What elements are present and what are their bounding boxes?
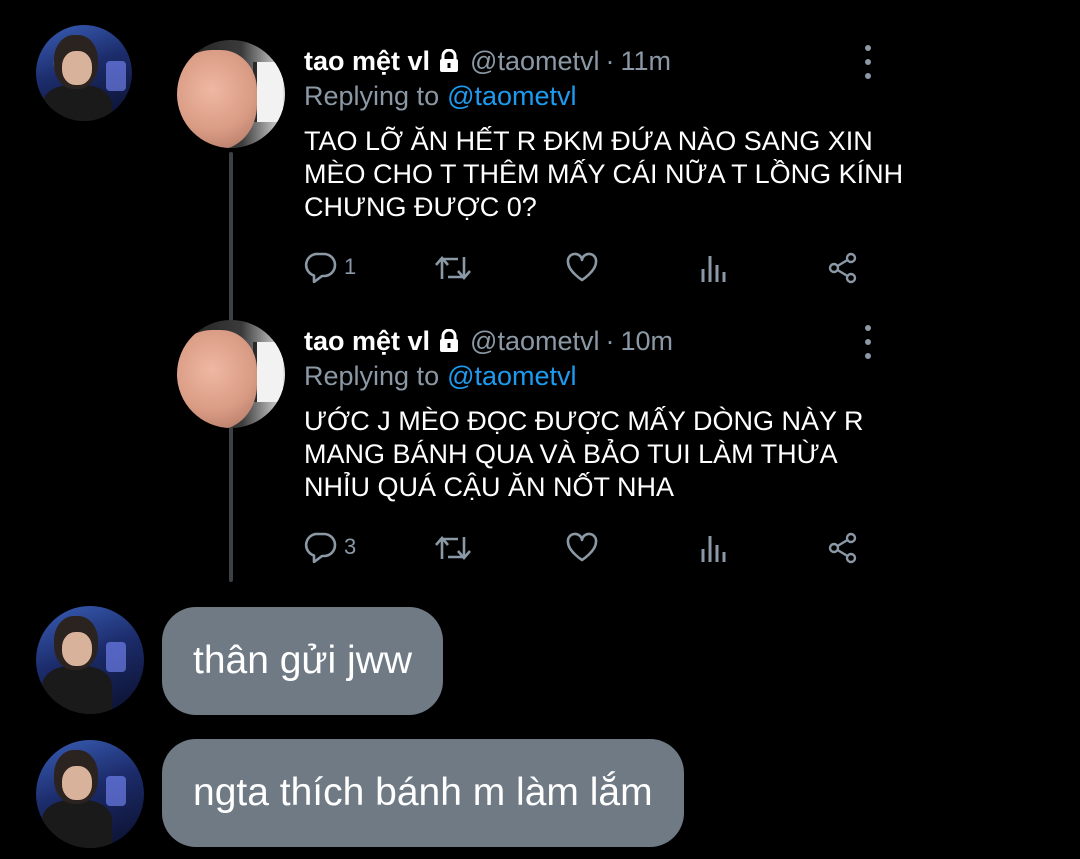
sender-avatar[interactable]: [36, 740, 144, 848]
message-text: thân gửi jww: [193, 639, 413, 682]
replying-label: Replying to: [304, 361, 440, 391]
analytics-button[interactable]: [700, 533, 728, 563]
retweet-button[interactable]: [434, 533, 472, 563]
replying-mention[interactable]: @taometvl: [447, 81, 576, 111]
more-vertical-icon[interactable]: [853, 325, 883, 359]
tweet-author-avatar[interactable]: [177, 40, 285, 148]
message-bubble[interactable]: ngta thích bánh m làm lắm: [162, 739, 684, 847]
retweet-button[interactable]: [434, 253, 472, 283]
like-button[interactable]: [566, 252, 598, 282]
tweet-time[interactable]: 11m: [621, 46, 672, 76]
reply-icon: [304, 251, 338, 283]
heart-icon: [566, 532, 598, 562]
sender-avatar[interactable]: [36, 606, 144, 714]
lock-icon: [438, 327, 460, 361]
share-button[interactable]: [827, 532, 859, 564]
share-icon: [827, 252, 859, 284]
retweet-icon: [434, 533, 472, 563]
tweet-header: tao mệt vl @taometvl · 11m: [304, 44, 671, 81]
analytics-icon: [700, 253, 728, 283]
retweet-icon: [434, 253, 472, 283]
tweet-text: ƯỚC J MÈO ĐỌC ĐƯỢC MẤY DÒNG NÀY R MANG B…: [304, 406, 864, 502]
reply-count: 3: [344, 534, 357, 559]
share-button[interactable]: [827, 252, 859, 284]
analytics-button[interactable]: [700, 253, 728, 283]
reply-icon: [304, 531, 338, 563]
reply-count: 1: [344, 254, 357, 279]
reply-button[interactable]: 3: [304, 531, 356, 563]
lock-icon: [438, 47, 460, 81]
like-button[interactable]: [566, 532, 598, 562]
analytics-icon: [700, 533, 728, 563]
tweet-author-avatar[interactable]: [177, 320, 285, 428]
heart-icon: [566, 252, 598, 282]
share-icon: [827, 532, 859, 564]
tweet-time[interactable]: 10m: [621, 326, 674, 356]
message-bubble[interactable]: thân gửi jww: [162, 607, 444, 715]
tweet-header: tao mệt vl @taometvl · 10m: [304, 324, 673, 361]
replying-mention[interactable]: @taometvl: [447, 361, 576, 391]
replying-to: Replying to @taometvl: [304, 359, 577, 393]
message-text: ngta thích bánh m làm lắm: [193, 771, 653, 814]
reply-button[interactable]: 1: [304, 251, 356, 283]
author-handle[interactable]: @taometvl: [470, 46, 599, 76]
sender-avatar-top[interactable]: [36, 25, 132, 121]
replying-label: Replying to: [304, 81, 440, 111]
author-name[interactable]: tao mệt vl: [304, 326, 430, 356]
replying-to: Replying to @taometvl: [304, 79, 577, 113]
author-name[interactable]: tao mệt vl: [304, 46, 430, 76]
more-vertical-icon[interactable]: [853, 45, 883, 79]
author-handle[interactable]: @taometvl: [470, 326, 599, 356]
tweet-text: TAO LỠ ĂN HẾT R ĐKM ĐỨA NÀO SANG XIN MÈO…: [304, 126, 904, 222]
